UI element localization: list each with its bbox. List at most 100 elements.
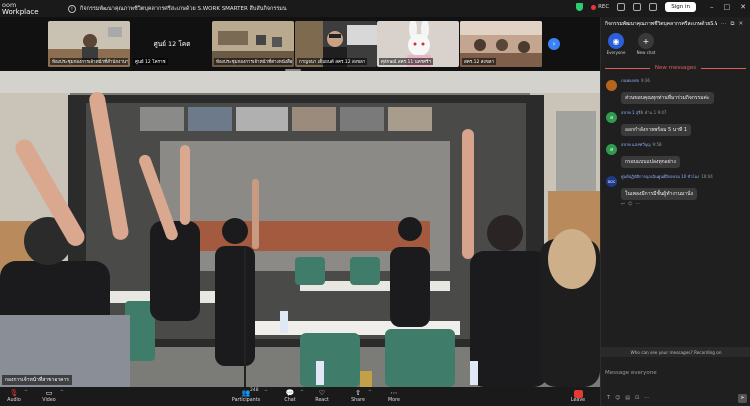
audio-button[interactable]: 🎙 Audio xyxy=(6,387,22,406)
recording-indicator[interactable]: REC xyxy=(591,4,609,10)
more-dots-icon: ⋯ xyxy=(390,389,398,397)
leave-icon xyxy=(573,389,583,398)
divider-line xyxy=(701,67,747,69)
chat-header: กิจกรรมพัฒนาคุณภาพชีวิตบุคลากรศรีสะเกษด้… xyxy=(601,17,750,31)
message-text: กรอบแบบแปลงทุกอย่าง xyxy=(621,156,680,168)
recording-label: REC xyxy=(598,4,610,10)
participant-thumbnail[interactable]: สคร.12 สงขลา xyxy=(460,21,542,67)
minimize-icon[interactable]: – xyxy=(710,3,714,11)
chat-message[interactable]: ล สลาพ 1 สุรีย์ ด้าน 1 9:47 ออกกำลังกายพร… xyxy=(601,109,750,136)
thumbnail-name: ห้องประชุมกองการเจ้าหน้าที่ต่างหนังสือ xyxy=(214,58,292,65)
maximize-icon[interactable]: □ xyxy=(724,3,731,11)
next-page-arrow-icon[interactable]: › xyxy=(548,38,560,50)
tab-new-chat[interactable]: + New chat xyxy=(635,33,657,57)
emoji-icon[interactable]: ☺ xyxy=(615,395,620,401)
tab-everyone[interactable]: ◉ Everyone xyxy=(605,33,627,57)
participant-thumbnail[interactable]: ห้องประชุมกองการเจ้าหน้าที่ต่างหนังสือ xyxy=(212,21,294,67)
chat-header-icons: ⋯ ⧉ ✕ xyxy=(721,21,743,28)
info-icon[interactable]: i xyxy=(68,4,76,13)
share-button[interactable]: ⇧ Share xyxy=(350,387,366,406)
chat-input-area: T ☺ ▤ ⊡ ⋯ ➤ xyxy=(601,357,750,406)
chat-bubble-icon: 💬 xyxy=(285,389,295,397)
meeting-title: กิจกรรมพัฒนาคุณภาพชีวิตบุคลากรศรีสะเกษด้… xyxy=(80,5,287,12)
participants-label: Participants xyxy=(231,398,261,403)
participant-thumbnail[interactable]: ศุลักษณ์ สคร.11 นครศรีฯ xyxy=(377,21,459,67)
new-messages-label: New messages xyxy=(654,65,697,71)
meeting-info[interactable]: i กิจกรรมพัฒนาคุณภาพชีวิตบุคลากรศรีสะเกษ… xyxy=(68,4,287,13)
participants-options-caret-icon[interactable]: ^ xyxy=(264,390,268,395)
main-video[interactable]: กองการเจ้าหน้าที่สาขาอาคาร xyxy=(0,71,600,387)
sign-in-button[interactable]: Sign in xyxy=(665,2,696,12)
main-video-scene xyxy=(0,71,600,387)
title-bar-controls: REC Sign in – □ ✕ xyxy=(576,2,746,12)
who-can-see-notice[interactable]: Who can see your messages? Recording on xyxy=(601,347,750,357)
emoji-react-icon[interactable]: ☺ xyxy=(628,202,633,207)
title-bar: oom Workplace i กิจกรรมพัฒนาคุณภาพชีวิตบ… xyxy=(0,0,750,17)
chat-recipient-tabs: ◉ Everyone + New chat xyxy=(601,31,750,59)
record-dot-icon xyxy=(591,4,597,10)
main-video-name: กองการเจ้าหน้าที่สาขาอาคาร xyxy=(2,375,72,385)
message-actions: ↩ ☺ ⋯ xyxy=(621,202,750,207)
video-options-caret-icon[interactable]: ^ xyxy=(60,390,64,395)
message-sender: ภนพลภศจ 9:36 xyxy=(621,78,650,83)
chat-message[interactable]: ภนพลภศจ 9:36 ส่วนขอบคุณทุกท่านที่มาร่วมกิ… xyxy=(601,77,750,104)
more-label: More xyxy=(388,398,400,403)
screenshot-icon[interactable]: ⊡ xyxy=(635,395,639,401)
whiteboard-icon[interactable] xyxy=(633,3,642,11)
tab-new-chat-label: New chat xyxy=(636,50,656,55)
thumbnail-name: กาญจนา เต็มยนต์ สคร.12 สงขลา xyxy=(297,58,368,65)
chat-message[interactable]: ส สลาพ แสงฑวีบุญ 9:58 กรอบแบบแปลงทุกอย่าง xyxy=(601,141,750,168)
file-icon[interactable]: ▤ xyxy=(625,395,630,401)
window-controls: – □ ✕ xyxy=(710,3,746,11)
more-button[interactable]: ⋯ More xyxy=(386,387,402,406)
participant-thumbnail[interactable]: กาญจนา เต็มยนต์ สคร.12 สงขลา xyxy=(295,21,377,67)
chat-close-icon[interactable]: ✕ xyxy=(738,21,743,28)
chat-label: Chat xyxy=(284,398,296,403)
brand-line2: Workplace xyxy=(2,7,39,16)
chat-title: กิจกรรมพัฒนาคุณภาพชีวิตบุคลากรศรีสะเกษด้… xyxy=(605,21,717,27)
avatar: ล xyxy=(606,112,617,123)
microphone-muted-icon: 🎙 xyxy=(9,389,19,397)
thumbnail-name: ศุลักษณ์ สคร.11 นครศรีฯ xyxy=(379,58,433,65)
message-sender: สลาพ 1 สุรีย์ ด้าน 1 9:47 xyxy=(621,110,667,115)
chat-more-icon[interactable]: ⋯ xyxy=(721,21,727,28)
app-logo: oom Workplace xyxy=(0,1,42,16)
camera-icon: ▭ xyxy=(45,389,53,397)
thumbnail-name: ศูนย์ 12 โคราช xyxy=(133,58,168,65)
chat-options-caret-icon[interactable]: ^ xyxy=(300,390,304,395)
chat-button[interactable]: 💬 Chat xyxy=(282,387,298,406)
participant-thumbnail[interactable]: ห้องประชุมกองการเจ้าหน้าที่สำนักงานฯ xyxy=(48,21,130,67)
view-icon[interactable] xyxy=(649,3,658,11)
message-more-icon[interactable]: ⋯ xyxy=(635,202,640,207)
leave-button[interactable]: Leave xyxy=(570,387,586,406)
send-button[interactable]: ➤ xyxy=(738,394,747,403)
participant-thumbnail[interactable]: ศูนย์ 12 โคต ศูนย์ 12 โคราช xyxy=(131,21,213,67)
meeting-toolbar: 🎙 Audio ^ ▭ Video ^ 👥 Participants 248 ^… xyxy=(0,387,600,406)
thumbnail-name: สคร.12 สงขลา xyxy=(462,58,497,65)
chat-message[interactable]: DDC ศูนย์ปฏิบัติการฉุกเฉินศูนย์ฝึกอบรม 1… xyxy=(601,173,750,207)
plus-icon: + xyxy=(638,33,654,49)
reply-icon[interactable]: ↩ xyxy=(621,202,625,207)
react-button[interactable]: ♡ React xyxy=(314,387,330,406)
video-button[interactable]: ▭ Video xyxy=(40,387,58,406)
participants-count: 248 xyxy=(250,388,259,393)
audio-options-caret-icon[interactable]: ^ xyxy=(24,390,28,395)
input-more-icon[interactable]: ⋯ xyxy=(644,395,649,401)
pop-out-icon[interactable]: ⧉ xyxy=(731,21,735,28)
share-options-caret-icon[interactable]: ^ xyxy=(368,390,372,395)
message-sender: ศูนย์ปฏิบัติการฉุกเฉินศูนย์ฝึกอบรม 10 ชั… xyxy=(621,174,713,179)
close-icon[interactable]: ✕ xyxy=(740,3,746,11)
encryption-shield-icon[interactable] xyxy=(576,3,584,11)
apps-icon[interactable] xyxy=(617,3,626,11)
avatar: DDC xyxy=(606,176,617,187)
new-messages-divider: New messages xyxy=(605,65,747,71)
participant-thumbnail-strip: ห้องประชุมกองการเจ้าหน้าที่สำนักงานฯ ศูน… xyxy=(0,17,600,71)
format-icon[interactable]: T xyxy=(607,395,610,401)
message-text: ในเพลงมีการมีชั้นผู้ทำงานมานั่ง xyxy=(621,188,697,200)
chat-panel: กิจกรรมพัฒนาคุณภาพชีวิตบุคลากรศรีสะเกษด้… xyxy=(600,17,750,406)
audio-label: Audio xyxy=(7,398,21,403)
video-label: Video xyxy=(42,398,56,403)
message-text: ออกกำลังกายพร้อม 5 นาที 1 xyxy=(621,124,692,136)
message-input[interactable] xyxy=(605,361,747,385)
thumbnail-name: ห้องประชุมกองการเจ้าหน้าที่สำนักงานฯ xyxy=(50,58,128,65)
